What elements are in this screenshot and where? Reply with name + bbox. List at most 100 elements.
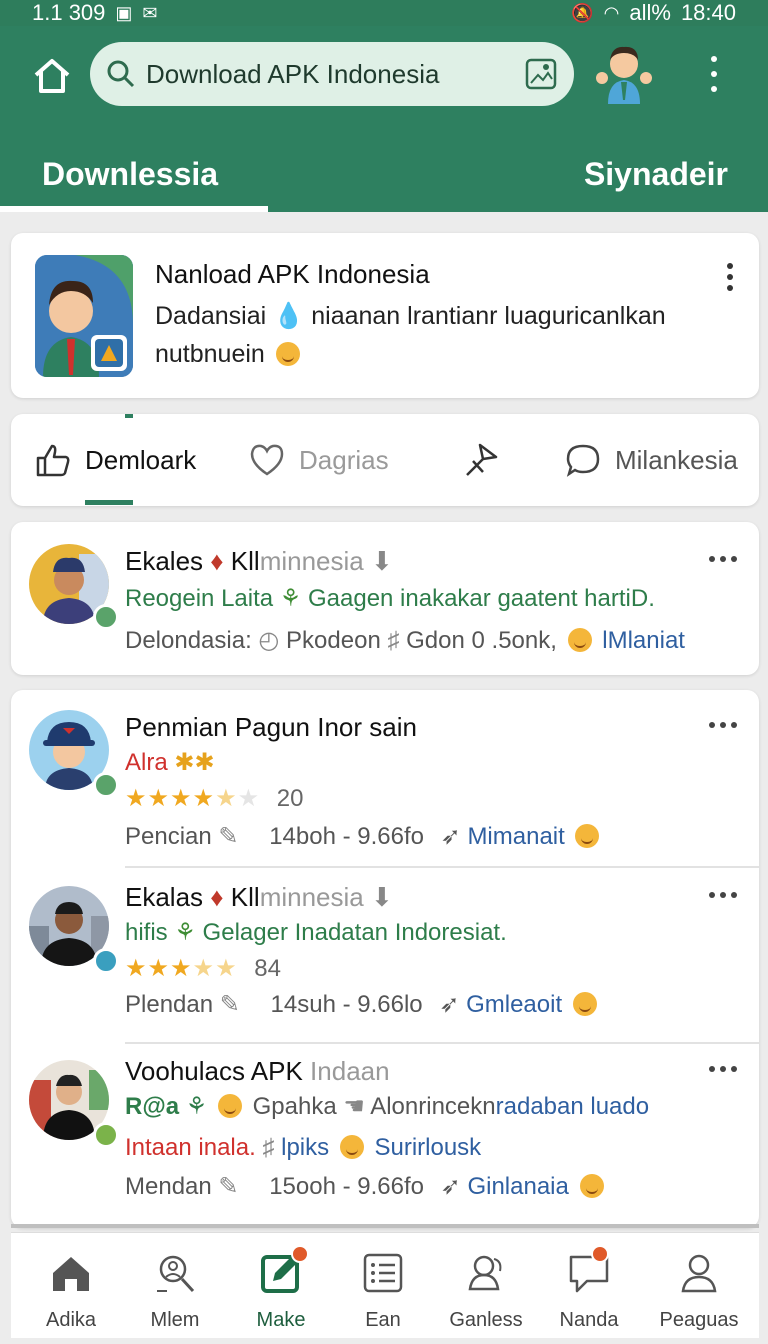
profile-icon	[681, 1254, 717, 1293]
post-subtitle-3: Alonrincekn	[370, 1093, 496, 1120]
list-icon	[363, 1253, 403, 1293]
post-title-suffix: Kll	[230, 882, 260, 912]
post-subtitle-2: Gaagen inakakar gaatent hartiD.	[307, 585, 655, 612]
verified-icon: ⬇	[371, 882, 393, 912]
star-rating: ★★★★★★	[125, 785, 261, 812]
post-meta: Delondasia: ◴ Pkodeon ♯ Gdon 0 .5onk, lM…	[125, 626, 685, 655]
featured-card[interactable]: Nanload APK Indonesia Dadansiai 💧 niaana…	[11, 233, 759, 398]
post-menu-button[interactable]	[709, 722, 737, 728]
pin-icon: ♦	[210, 546, 224, 576]
post-menu-button[interactable]	[709, 892, 737, 898]
notification-badge	[591, 1245, 609, 1263]
water-drop-icon: 💧	[273, 302, 305, 330]
star-rating: ★★★★★	[125, 955, 238, 982]
nav-label: Ganless	[449, 1309, 523, 1331]
pin-icon: ♦	[210, 882, 224, 912]
search-person-icon	[157, 1255, 195, 1293]
share-small-icon: ➶	[439, 991, 460, 1018]
list-bottom-divider	[11, 1224, 759, 1228]
post-author: Voohulacs APK	[125, 1056, 303, 1086]
leaf-icon: ⚘	[174, 919, 196, 946]
signal-label: all%	[629, 0, 671, 25]
rating-count: 84	[254, 955, 281, 982]
favorite-button[interactable]: Dagrias	[249, 436, 389, 484]
image-icon: ▣	[115, 2, 133, 23]
post-link[interactable]: Ginlanaia	[467, 1173, 568, 1200]
featured-title: Nanload APK Indonesia	[155, 259, 430, 289]
card-menu-button[interactable]	[727, 263, 733, 291]
post-meta-2: 14suh - 9.66lo	[270, 991, 423, 1018]
post-meta-3: Gdon 0 .5onk,	[406, 627, 557, 654]
share-small-icon: ➶	[440, 823, 461, 850]
comment-button[interactable]: Milankesia	[565, 436, 738, 484]
app-header: Downlessia Siynadeir	[0, 26, 768, 212]
post-subtitle-1: Alra	[125, 749, 168, 776]
edit-small-icon: ✎	[218, 1173, 239, 1200]
people-icon	[468, 1255, 502, 1291]
wifi-icon: ◠	[603, 2, 620, 23]
nav-item-ean[interactable]: Ean	[333, 1233, 433, 1339]
featured-desc-text-2: niaanan lrantianr luaguricanlkan	[311, 302, 666, 330]
rating-count: 20	[276, 785, 304, 812]
post-meta-2: 15ooh - 9.66fo	[269, 1173, 424, 1200]
nav-item-peaguas[interactable]: Peaguas	[649, 1233, 749, 1339]
post-subtitle-2: Gelager Inadatan Indoresiat.	[202, 919, 507, 946]
nav-item-mlem[interactable]: Mlem	[125, 1233, 225, 1339]
online-badge	[93, 604, 119, 630]
notification-badge	[291, 1245, 309, 1263]
post-author: Ekales	[125, 546, 204, 576]
hashtag-icon: ♯	[262, 1134, 275, 1161]
comment-label: Milankesia	[615, 444, 738, 475]
post-link[interactable]: Gmleaoit	[466, 991, 562, 1018]
home-button[interactable]	[32, 56, 72, 96]
post-title: Voohulacs APK Indaan	[125, 1056, 390, 1087]
post-tag-3[interactable]: Surirlousk	[374, 1134, 481, 1161]
image-search-icon[interactable]	[524, 57, 558, 91]
post-menu-button[interactable]	[709, 1066, 737, 1072]
comment-icon	[566, 444, 600, 477]
post-link[interactable]: Mimanait	[467, 823, 564, 850]
post-card[interactable]: Ekales ♦ Kllminnesia ⬇ Reogein Laita ⚘ G…	[11, 522, 759, 675]
post-subtitle: hifis ⚘ Gelager Inadatan Indoresiat.	[125, 918, 507, 947]
post-meta-1: Mendan	[125, 1173, 212, 1200]
nav-item-nanda[interactable]: Nanda	[539, 1233, 639, 1339]
post-menu-button[interactable]	[709, 556, 737, 562]
favorite-label: Dagrias	[299, 444, 389, 475]
nav-item-adika[interactable]: Adika	[21, 1233, 121, 1339]
mute-icon: 🔕	[571, 2, 594, 23]
verified-icon: ⬇	[371, 546, 393, 576]
mail-icon: ✉	[142, 2, 158, 23]
post-title-faded: Indaan	[310, 1056, 390, 1086]
nav-label: Make	[256, 1309, 306, 1331]
nav-label: Nanda	[559, 1309, 619, 1331]
post-title-faded: minnesia	[259, 882, 364, 912]
home-icon	[34, 59, 70, 93]
smile-emoji-icon	[579, 1174, 604, 1198]
post-meta-1: Pencian	[125, 823, 212, 850]
thumb-up-icon	[36, 444, 70, 477]
active-tab-indicator	[0, 206, 268, 212]
nav-item-make[interactable]: Make	[231, 1233, 331, 1339]
overflow-menu-button[interactable]	[700, 56, 728, 92]
post-subtitle-1: Reogein Laita	[125, 585, 274, 612]
share-button[interactable]	[463, 436, 499, 484]
smile-emoji-icon	[217, 1094, 242, 1118]
nav-item-ganless[interactable]: Ganless	[436, 1233, 536, 1339]
edit-icon	[259, 1245, 309, 1295]
post-tag-2[interactable]: lpiks	[281, 1134, 329, 1161]
smile-emoji-icon	[275, 342, 300, 366]
search-bar[interactable]	[90, 42, 574, 106]
rating-row: ★★★★★ 84	[125, 954, 281, 983]
tab-siynadeir[interactable]: Siynadeir	[584, 138, 728, 210]
nav-label: Adika	[45, 1309, 97, 1331]
post-meta: Plendan ✎ 14suh - 9.66lo ➶ Gmleaoit	[125, 990, 601, 1019]
post-link[interactable]: lMlaniat	[602, 627, 685, 654]
hand-icon: ☚	[343, 1093, 365, 1120]
search-input[interactable]	[146, 58, 524, 90]
like-button[interactable]: Demloark	[35, 436, 196, 484]
user-avatar[interactable]	[594, 40, 654, 106]
leaf-icon: ⚘	[279, 585, 302, 612]
rating-row: ★★★★★★ 20	[125, 784, 303, 813]
tab-downlessia[interactable]: Downlessia	[42, 138, 218, 210]
active-action-indicator	[85, 500, 133, 505]
